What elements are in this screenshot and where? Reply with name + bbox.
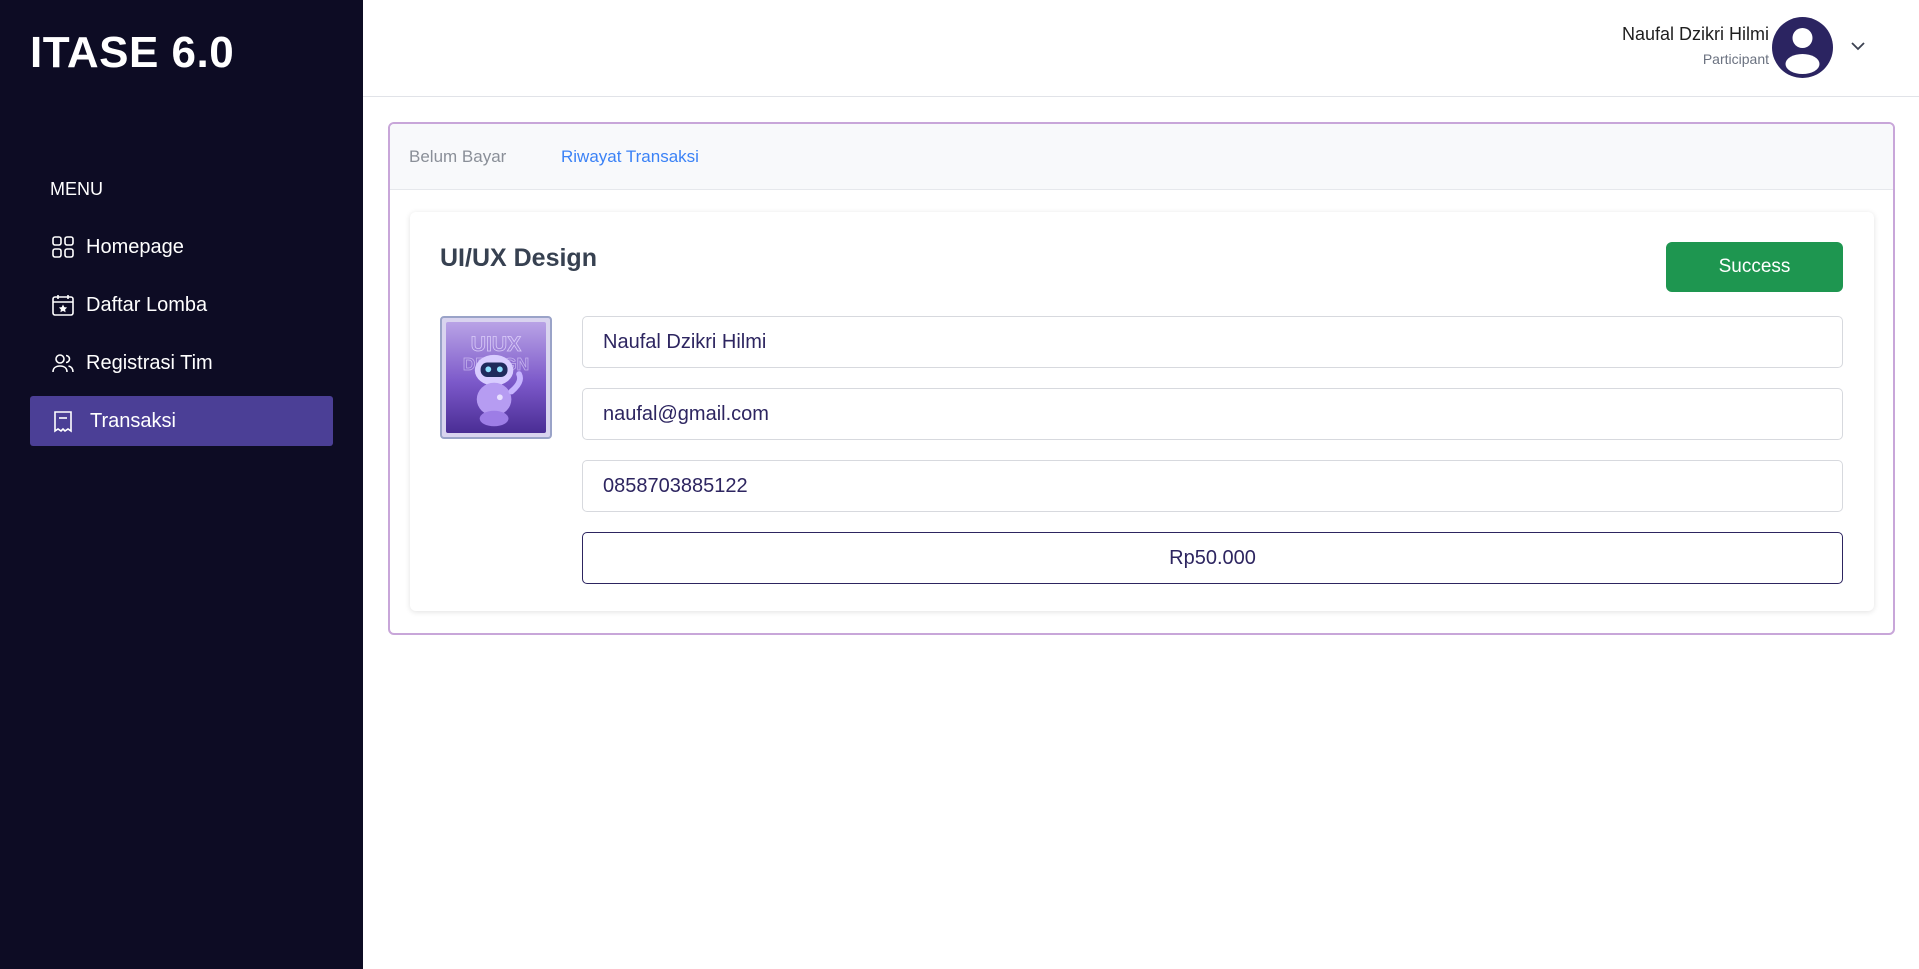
- receipt-icon: [50, 408, 76, 434]
- user-name: Naufal Dzikri Hilmi: [1621, 24, 1769, 44]
- app-brand[interactable]: ITASE 6.0: [30, 28, 234, 78]
- competition-thumbnail: UIUX DESIGN: [440, 316, 552, 439]
- user-role: Participant: [1702, 51, 1769, 67]
- avatar[interactable]: [1772, 17, 1833, 78]
- sidebar: ITASE 6.0 MENU Homepage Daftar Lomba Reg…: [0, 0, 363, 969]
- email-field: naufal@gmail.com: [582, 388, 1843, 440]
- tab-belum-bayar[interactable]: Belum Bayar: [409, 147, 506, 167]
- user-info: Naufal Dzikri Hilmi Participant: [1622, 24, 1769, 67]
- sidebar-item-homepage[interactable]: Homepage: [30, 222, 333, 272]
- menu-heading: MENU: [50, 179, 103, 199]
- transaction-card: UI/UX Design Success UIUX DESIGN Naufal …: [410, 212, 1874, 611]
- robot-image: UIUX DESIGN: [446, 322, 546, 433]
- sidebar-item-label: Transaksi: [90, 409, 176, 432]
- sidebar-item-label: Daftar Lomba: [86, 293, 208, 316]
- chevron-down-icon[interactable]: [1848, 36, 1868, 56]
- competition-title: UI/UX Design: [440, 244, 597, 272]
- calendar-star-icon: [50, 292, 76, 318]
- transaction-tabs: Belum Bayar Riwayat Transaksi: [390, 124, 1893, 190]
- users-icon: [50, 350, 76, 376]
- thumbnail-text: UIUX: [471, 333, 522, 356]
- phone-field: 0858703885122: [582, 460, 1843, 512]
- top-header: Naufal Dzikri Hilmi Participant: [363, 0, 1919, 97]
- sidebar-nav: Homepage Daftar Lomba Registrasi Tim Tra…: [30, 222, 333, 454]
- grid-icon: [50, 234, 76, 260]
- sidebar-item-transaksi[interactable]: Transaksi: [30, 396, 333, 446]
- sidebar-item-label: Homepage: [86, 235, 184, 258]
- participant-name-field: Naufal Dzikri Hilmi: [582, 316, 1843, 368]
- tab-riwayat-transaksi[interactable]: Riwayat Transaksi: [561, 147, 699, 167]
- sidebar-item-registrasi-tim[interactable]: Registrasi Tim: [30, 338, 333, 388]
- sidebar-item-daftar-lomba[interactable]: Daftar Lomba: [30, 280, 333, 330]
- price-field: Rp50.000: [582, 532, 1843, 584]
- transactions-panel: Belum Bayar Riwayat Transaksi UI/UX Desi…: [388, 122, 1895, 635]
- status-badge[interactable]: Success: [1666, 242, 1843, 292]
- user-avatar-icon: [1785, 28, 1820, 74]
- sidebar-item-label: Registrasi Tim: [86, 351, 213, 374]
